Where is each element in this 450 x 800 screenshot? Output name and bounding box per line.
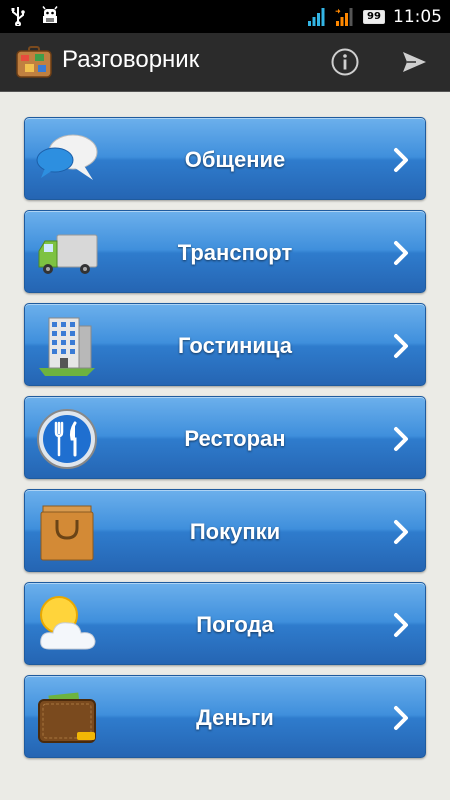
- menu-item-label: Ресторан: [184, 425, 286, 451]
- android-debug-icon: [42, 6, 58, 23]
- chevron-right-icon: [394, 706, 408, 730]
- signal-icon: [308, 7, 325, 26]
- menu-item-money[interactable]: Деньги: [24, 675, 426, 758]
- usb-icon: [11, 7, 25, 26]
- fork-knife-icon: [37, 409, 97, 469]
- menu-item-label: Общение: [184, 146, 286, 172]
- battery-level: 99: [367, 11, 381, 22]
- chevron-right-icon: [394, 427, 408, 451]
- chevron-right-icon: [394, 148, 408, 172]
- truck-icon: [38, 234, 98, 274]
- send-icon[interactable]: [400, 48, 428, 76]
- chevron-right-icon: [394, 241, 408, 265]
- hotel-building-icon: [39, 317, 95, 376]
- menu-item-communication[interactable]: Общение: [24, 117, 426, 200]
- action-bar: Разговорник: [0, 33, 450, 92]
- category-menu: Общение Транспорт Гостиница Ресторан Пок…: [24, 117, 426, 768]
- menu-item-transport[interactable]: Транспорт: [24, 210, 426, 293]
- menu-item-restaurant[interactable]: Ресторан: [24, 396, 426, 479]
- chat-bubbles-icon: [36, 134, 98, 180]
- menu-item-label: Погода: [196, 611, 274, 637]
- battery-icon: 99: [363, 9, 385, 24]
- suitcase-icon[interactable]: [16, 46, 52, 78]
- clock: 11:05: [393, 6, 442, 27]
- chevron-right-icon: [394, 613, 408, 637]
- chevron-right-icon: [394, 520, 408, 544]
- menu-item-label: Гостиница: [178, 332, 292, 358]
- menu-item-hotel[interactable]: Гостиница: [24, 303, 426, 386]
- app-title: Разговорник: [62, 46, 200, 73]
- wallet-icon: [38, 692, 96, 743]
- status-bar: 99 11:05: [0, 0, 450, 33]
- menu-item-weather[interactable]: Погода: [24, 582, 426, 665]
- info-icon[interactable]: [330, 47, 360, 77]
- menu-item-shopping[interactable]: Покупки: [24, 489, 426, 572]
- menu-item-label: Транспорт: [177, 239, 293, 265]
- chevron-right-icon: [394, 334, 408, 358]
- shopping-bag-icon: [40, 505, 94, 561]
- menu-item-label: Деньги: [196, 704, 274, 730]
- sun-cloud-icon: [40, 596, 96, 650]
- menu-item-label: Покупки: [189, 518, 281, 544]
- signal-icon: [335, 7, 353, 26]
